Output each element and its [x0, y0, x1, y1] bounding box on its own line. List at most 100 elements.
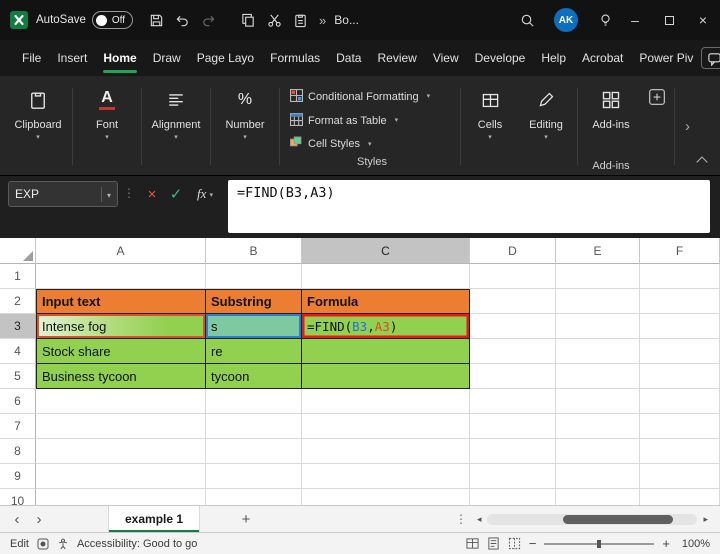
- cell-B5[interactable]: tycoon: [206, 364, 302, 389]
- cell-F6[interactable]: [640, 389, 720, 414]
- cell-F10[interactable]: [640, 489, 720, 505]
- conditional-formatting-button[interactable]: Conditional Formatting ▾: [290, 85, 454, 109]
- number-group-button[interactable]: % Number ▾: [213, 78, 277, 175]
- cell-B6[interactable]: [206, 389, 302, 414]
- tab-review[interactable]: Review: [369, 40, 424, 76]
- column-header-C[interactable]: C: [302, 238, 470, 264]
- cell-B4[interactable]: re: [206, 339, 302, 364]
- cell-A6[interactable]: [36, 389, 206, 414]
- cell-E9[interactable]: [556, 464, 640, 489]
- cell-E8[interactable]: [556, 439, 640, 464]
- redo-button[interactable]: [195, 7, 221, 33]
- undo-button[interactable]: [169, 7, 195, 33]
- cell-A1[interactable]: [36, 264, 206, 289]
- sheet-nav-left-icon[interactable]: ‹: [6, 511, 28, 528]
- sheet-tab-example-1[interactable]: example 1: [108, 506, 200, 532]
- row-header-4[interactable]: 4: [0, 339, 36, 364]
- editing-group-button[interactable]: Editing ▾: [517, 78, 575, 175]
- cell-C2[interactable]: Formula: [302, 289, 470, 314]
- more-commands-icon[interactable]: »: [313, 13, 332, 28]
- name-box-dropdown-icon[interactable]: ▾: [107, 192, 111, 200]
- normal-view-button[interactable]: [466, 537, 479, 550]
- lightbulb-button[interactable]: [592, 7, 618, 33]
- cell-B1[interactable]: [206, 264, 302, 289]
- column-header-B[interactable]: B: [206, 238, 302, 264]
- addins-button-label[interactable]: Add-ins: [592, 119, 629, 131]
- cell-F1[interactable]: [640, 264, 720, 289]
- row-header-5[interactable]: 5: [0, 364, 36, 389]
- row-header-8[interactable]: 8: [0, 439, 36, 464]
- close-button[interactable]: ×: [686, 0, 720, 40]
- column-header-A[interactable]: A: [36, 238, 206, 264]
- cell-D5[interactable]: [470, 364, 556, 389]
- row-header-6[interactable]: 6: [0, 389, 36, 414]
- tab-file[interactable]: File: [14, 40, 49, 76]
- tab-power-pivot[interactable]: Power Piv: [631, 40, 701, 76]
- cell-A5[interactable]: Business tycoon: [36, 364, 206, 389]
- cell-C7[interactable]: [302, 414, 470, 439]
- excel-logo-icon[interactable]: [10, 11, 28, 29]
- avatar[interactable]: AK: [554, 8, 578, 32]
- cell-C4[interactable]: [302, 339, 470, 364]
- cell-D9[interactable]: [470, 464, 556, 489]
- formula-input[interactable]: =FIND(B3,A3): [228, 180, 710, 233]
- cell-D7[interactable]: [470, 414, 556, 439]
- page-layout-view-button[interactable]: [487, 537, 500, 550]
- column-header-D[interactable]: D: [470, 238, 556, 264]
- cell-A3[interactable]: Intense fog: [36, 314, 206, 339]
- cell-C10[interactable]: [302, 489, 470, 505]
- cell-F5[interactable]: [640, 364, 720, 389]
- sheet-nav-right-icon[interactable]: ›: [28, 511, 50, 528]
- cell-E4[interactable]: [556, 339, 640, 364]
- cell-B9[interactable]: [206, 464, 302, 489]
- tab-home[interactable]: Home: [95, 40, 144, 76]
- comments-button[interactable]: [701, 47, 720, 69]
- cell-D6[interactable]: [470, 389, 556, 414]
- search-button[interactable]: [514, 7, 540, 33]
- addin-shortcut-icon[interactable]: [642, 78, 672, 175]
- cell-F7[interactable]: [640, 414, 720, 439]
- horizontal-scrollbar[interactable]: [487, 514, 697, 525]
- cell-C5[interactable]: [302, 364, 470, 389]
- cell-E3[interactable]: [556, 314, 640, 339]
- cell-B7[interactable]: [206, 414, 302, 439]
- addins-icon[interactable]: [601, 86, 621, 114]
- cell-D3[interactable]: [470, 314, 556, 339]
- hscroll-left-icon[interactable]: ◂: [473, 514, 486, 525]
- zoom-slider-knob[interactable]: [597, 540, 601, 548]
- workbook-name[interactable]: Bo...: [334, 13, 359, 27]
- add-sheet-button[interactable]: +: [236, 511, 256, 528]
- cell-A4[interactable]: Stock share: [36, 339, 206, 364]
- cell-F4[interactable]: [640, 339, 720, 364]
- cell-A8[interactable]: [36, 439, 206, 464]
- cell-A10[interactable]: [36, 489, 206, 505]
- cell-E7[interactable]: [556, 414, 640, 439]
- cell-D4[interactable]: [470, 339, 556, 364]
- select-all-corner[interactable]: [0, 238, 36, 264]
- format-as-table-button[interactable]: Format as Table ▾: [290, 109, 454, 133]
- autosave-toggle[interactable]: Off: [92, 11, 133, 29]
- tab-insert[interactable]: Insert: [49, 40, 95, 76]
- zoom-in-button[interactable]: +: [662, 536, 670, 551]
- row-header-10[interactable]: 10: [0, 489, 36, 505]
- copy-button[interactable]: [235, 7, 261, 33]
- cell-D2[interactable]: [470, 289, 556, 314]
- minimize-button[interactable]: –: [618, 0, 652, 40]
- cell-E10[interactable]: [556, 489, 640, 505]
- more-ribbon-groups-icon[interactable]: ›: [677, 118, 698, 135]
- tab-data[interactable]: Data: [328, 40, 369, 76]
- accessibility-status[interactable]: Accessibility: Good to go: [77, 538, 197, 550]
- cell-C9[interactable]: [302, 464, 470, 489]
- zoom-out-button[interactable]: −: [529, 536, 537, 551]
- cell-D10[interactable]: [470, 489, 556, 505]
- cell-E2[interactable]: [556, 289, 640, 314]
- cell-B2[interactable]: Substring: [206, 289, 302, 314]
- font-group-button[interactable]: A Font ▾: [75, 78, 139, 175]
- cell-E5[interactable]: [556, 364, 640, 389]
- clipboard-group-button[interactable]: Clipboard ▾: [6, 78, 70, 175]
- cell-F3[interactable]: [640, 314, 720, 339]
- confirm-entry-button[interactable]: ✓: [164, 181, 188, 207]
- horizontal-scrollbar-thumb[interactable]: [563, 515, 673, 524]
- cell-F9[interactable]: [640, 464, 720, 489]
- cell-A7[interactable]: [36, 414, 206, 439]
